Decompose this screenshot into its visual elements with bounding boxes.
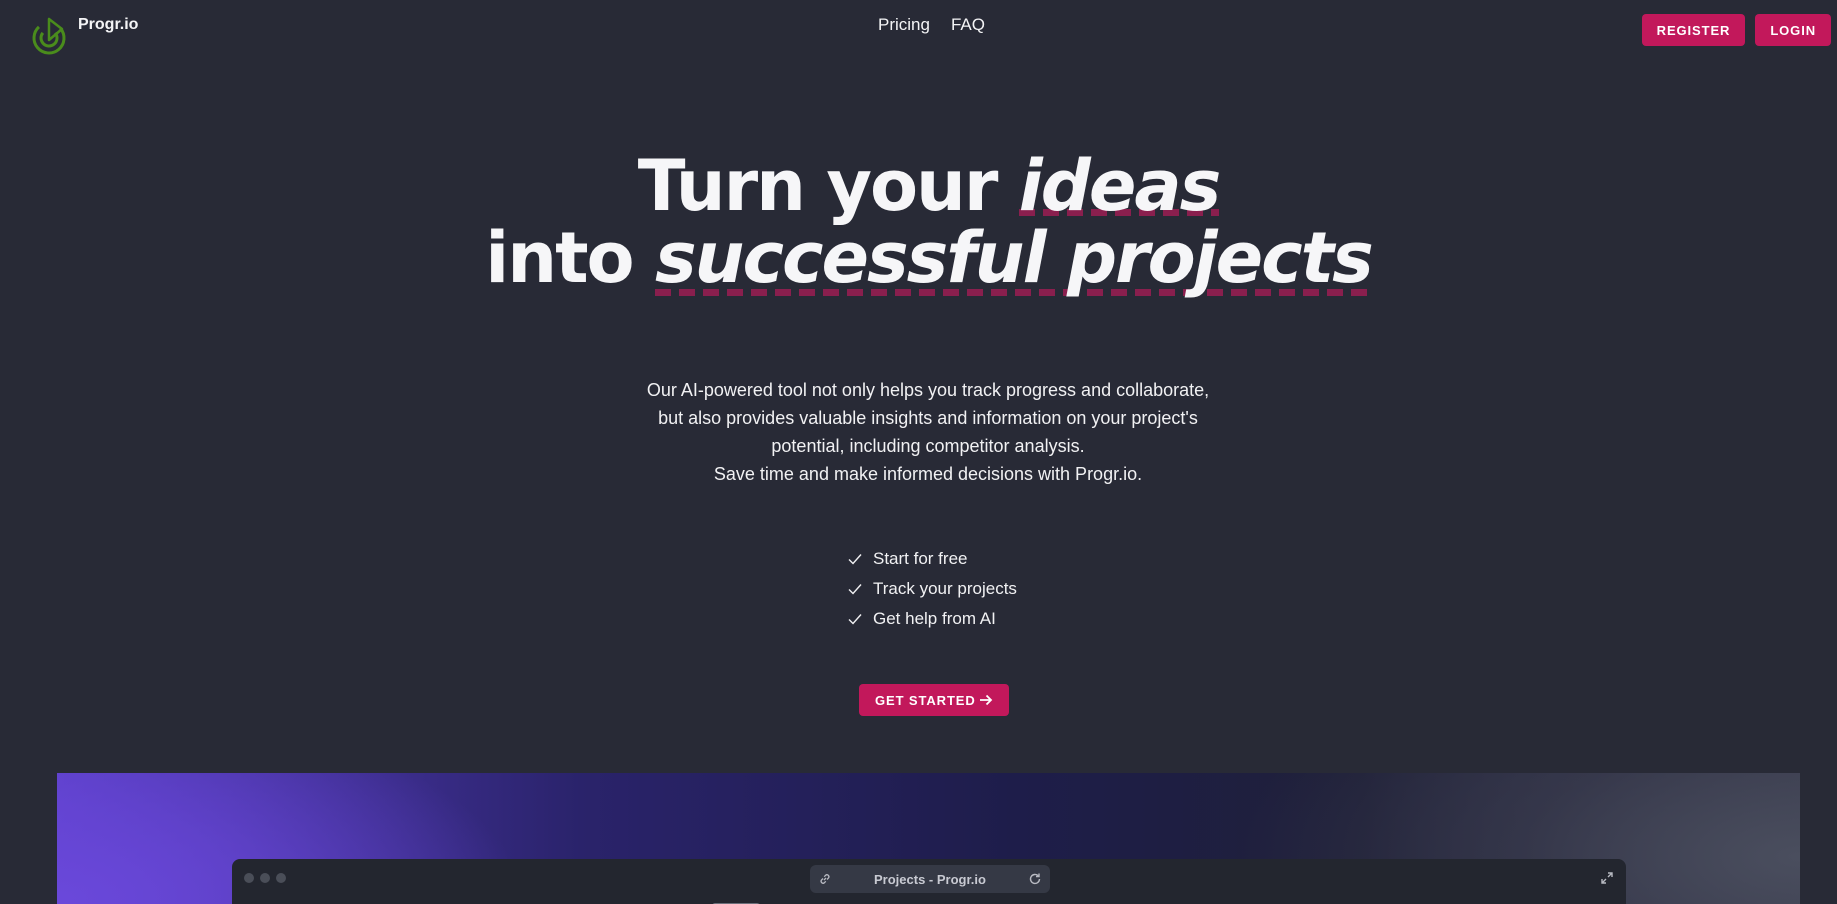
get-started-button[interactable]: GET STARTED xyxy=(859,684,1009,716)
feature-list: Start for free Track your projects Get h… xyxy=(848,544,1017,634)
nav-item-pricing[interactable]: Pricing xyxy=(878,15,930,35)
login-button[interactable]: LOGIN xyxy=(1755,14,1831,46)
window-dot-icon xyxy=(260,873,270,883)
hero-title-plain-1: Turn your xyxy=(637,145,1019,227)
brand-name: Progr.io xyxy=(78,16,139,33)
window-dot-icon xyxy=(244,873,254,883)
browser-mockup: Projects - Progr.io xyxy=(232,859,1626,904)
feature-label: Get help from AI xyxy=(873,609,996,628)
auth-buttons: REGISTER LOGIN xyxy=(1641,14,1831,46)
url-bar: Projects - Progr.io xyxy=(810,865,1050,893)
register-button[interactable]: REGISTER xyxy=(1641,14,1746,46)
feature-item: Get help from AI xyxy=(848,604,1017,634)
window-controls xyxy=(244,873,286,883)
url-title: Projects - Progr.io xyxy=(874,871,986,887)
hero-title-emphasis-projects: successful projects xyxy=(655,217,1374,307)
check-icon xyxy=(848,614,862,625)
app-preview-section: Projects - Progr.io xyxy=(57,773,1800,904)
hero-description-line: Save time and make informed decisions wi… xyxy=(713,464,1143,484)
nav-item-faq[interactable]: FAQ xyxy=(951,15,985,35)
window-dot-icon xyxy=(276,873,286,883)
hero-title: Turn your ideas into successful projects xyxy=(0,145,1837,307)
hero-description: Our AI-powered tool not only helps you t… xyxy=(618,376,1238,488)
hero-title-emphasis-ideas: ideas xyxy=(1018,145,1221,227)
check-icon xyxy=(848,584,862,595)
hero-title-line-2: into successful projects xyxy=(0,217,1837,307)
landing-page: Progr.io Pricing FAQ REGISTER LOGIN Turn… xyxy=(0,0,1837,904)
top-nav: Pricing FAQ xyxy=(878,15,985,35)
hero-description-line: but also provides valuable insights and … xyxy=(658,408,1198,428)
hero-description-line: potential, including competitor analysis… xyxy=(771,436,1085,456)
hero-description-line: Our AI-powered tool not only helps you t… xyxy=(646,380,1210,400)
feature-label: Start for free xyxy=(873,549,968,568)
feature-label: Track your projects xyxy=(873,579,1017,598)
feature-item: Track your projects xyxy=(848,574,1017,604)
logo[interactable]: Progr.io xyxy=(32,14,138,56)
get-started-label: GET STARTED xyxy=(875,692,976,708)
hero-title-plain-2: into xyxy=(485,217,655,299)
expand-icon xyxy=(1601,872,1613,884)
link-icon xyxy=(820,874,830,884)
hero-title-line-1: Turn your ideas xyxy=(0,145,1837,227)
check-icon xyxy=(848,554,862,565)
arrow-right-icon xyxy=(979,694,992,706)
feature-item: Start for free xyxy=(848,544,1017,574)
progr-logo-icon xyxy=(32,17,66,55)
reload-icon xyxy=(1029,873,1041,885)
